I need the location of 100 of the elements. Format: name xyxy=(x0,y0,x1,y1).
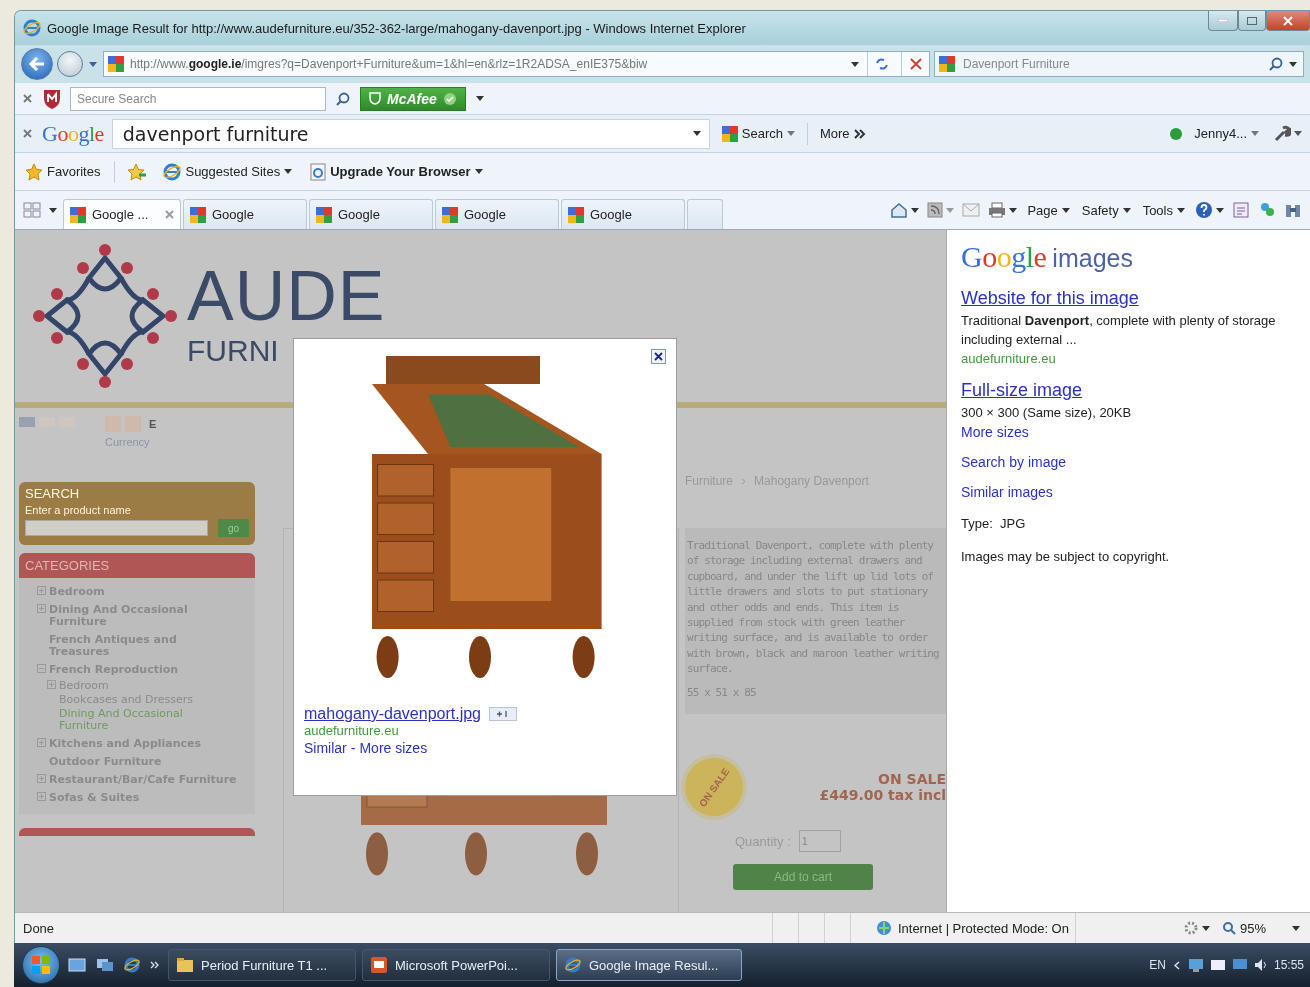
home-button[interactable] xyxy=(888,200,922,220)
popup-link[interactable]: More sizes xyxy=(359,740,428,756)
taskbar-button[interactable]: Period Furniture T1 ... xyxy=(168,949,356,981)
toolbar-search-button[interactable]: Search xyxy=(717,123,799,144)
favorites-bar-item[interactable]: Suggested Sites xyxy=(159,160,297,183)
colored-squares-icon xyxy=(190,206,206,223)
search-icon xyxy=(1269,57,1283,71)
caret-icon xyxy=(1289,61,1297,67)
panel-link[interactable]: Similar images xyxy=(961,484,1296,500)
browser-launch-button[interactable] xyxy=(122,955,142,975)
forward-button[interactable] xyxy=(57,51,83,77)
product-search-field[interactable] xyxy=(25,520,208,536)
tray-expand-button[interactable] xyxy=(1171,958,1182,972)
caret-icon xyxy=(946,207,955,213)
image-type-text: Type: JPG xyxy=(961,515,1027,533)
start-button[interactable] xyxy=(22,946,60,984)
switch-windows-button[interactable] xyxy=(94,956,116,974)
browser-tab[interactable]: Google xyxy=(309,199,433,229)
tab-list-dropdown[interactable] xyxy=(47,205,59,215)
left-arrow-icon xyxy=(29,57,45,71)
account-button[interactable]: Jenny4... xyxy=(1190,124,1263,143)
query-input[interactable]: davenport furniture xyxy=(120,121,687,146)
more-sizes-link[interactable]: More sizes xyxy=(961,424,1296,440)
site-logo-name: AUDE xyxy=(187,261,386,331)
image-size-text: 300 × 300 (Same size), 20KB xyxy=(961,404,1133,422)
minimize-icon xyxy=(1218,19,1228,22)
images-logo-suffix: images xyxy=(1052,244,1133,273)
back-button[interactable] xyxy=(21,48,53,80)
mail-icon xyxy=(1209,959,1226,971)
caret-icon xyxy=(1177,207,1185,213)
star-icon xyxy=(25,162,43,181)
colored-squares-icon xyxy=(939,56,955,72)
check-circle-icon xyxy=(442,91,457,106)
caret-icon xyxy=(1201,925,1210,931)
search-field[interactable]: Davenport Furniture xyxy=(934,51,1304,77)
site-logo-subtitle: FURNI xyxy=(187,333,279,369)
caret-icon xyxy=(1216,207,1224,213)
taskbar-button[interactable]: Microsoft PowerPoi... xyxy=(362,949,550,981)
grid-icon xyxy=(23,202,41,218)
url-text: http://www.google.ie/imgres?q=Davenport+Furniture&um=1&hl=en&rlz=1R2ADSA_enIE375&biw xyxy=(130,57,649,71)
caret-icon xyxy=(1061,207,1070,213)
secure-search-field[interactable]: Secure Search xyxy=(70,86,326,111)
maximize-button[interactable] xyxy=(1238,11,1266,31)
plus-one-icon xyxy=(496,710,510,718)
browser-e-icon xyxy=(565,957,581,973)
command-menu[interactable]: Safety xyxy=(1077,200,1135,220)
shield-icon xyxy=(42,87,62,110)
minimize-button[interactable] xyxy=(1208,11,1238,31)
image-file-link[interactable]: mahogany-davenport.jpg xyxy=(304,705,481,723)
windows-logo-icon xyxy=(32,956,50,974)
popup-link[interactable]: Similar xyxy=(304,740,347,756)
window-title: Google Image Result for http://www.audefurniture.eu/352-362-large/mahogany-davenport.jpg - Windows Internet Explorer xyxy=(47,20,747,36)
search-input[interactable]: Davenport Furniture xyxy=(961,56,1263,72)
command-menu[interactable]: Tools xyxy=(1138,200,1189,220)
search-icon xyxy=(336,91,350,106)
print-button[interactable] xyxy=(986,200,1020,220)
command-menu[interactable]: Page xyxy=(1023,200,1074,220)
colored-squares-icon xyxy=(108,56,124,72)
secure-search-input[interactable]: Secure Search xyxy=(75,90,321,107)
browser-tab[interactable]: Google xyxy=(561,199,685,229)
security-dropdown[interactable] xyxy=(473,94,486,103)
more-button[interactable]: More xyxy=(816,124,870,143)
favorites-button[interactable]: Favorites xyxy=(21,160,105,183)
zoom-button[interactable]: 95% xyxy=(1217,918,1270,938)
browser-tab[interactable]: Google xyxy=(183,199,307,229)
address-field[interactable]: http://www.google.ie/imgres?q=Davenport+Furniture&um=1&hl=en&rlz=1R2ADSA_enIE375&biw xyxy=(103,51,930,77)
favorites-bar-item[interactable]: Upgrade Your Browser xyxy=(306,160,487,183)
chevron-right-icon xyxy=(741,477,747,485)
search-hint: Enter a product name xyxy=(25,504,132,516)
caret-icon xyxy=(89,61,97,67)
help-button[interactable] xyxy=(1193,199,1226,221)
separator-text: - xyxy=(350,740,356,756)
envelope-icon xyxy=(962,203,981,217)
query-field[interactable]: davenport furniture xyxy=(111,118,710,149)
show-desktop-button[interactable] xyxy=(66,956,88,974)
browser-tab[interactable]: Google ... xyxy=(63,199,181,229)
full-size-link[interactable]: Full-size image xyxy=(961,380,1296,401)
browser-tab[interactable]: Google xyxy=(435,199,559,229)
caret-icon xyxy=(787,131,795,136)
windows-stack-icon xyxy=(96,958,114,972)
plus-one-button[interactable] xyxy=(489,707,517,721)
address-dropdown[interactable] xyxy=(849,59,861,69)
caret-icon xyxy=(1251,131,1259,136)
double-chevron-icon xyxy=(150,961,160,969)
zoom-dropdown[interactable] xyxy=(1290,923,1302,933)
result-domain: audefurniture.eu xyxy=(961,351,1057,366)
history-dropdown[interactable] xyxy=(87,59,99,69)
language-indicator[interactable]: EN xyxy=(1149,958,1166,972)
panel-link[interactable]: Search by image xyxy=(961,454,1296,470)
monitor-icon xyxy=(1231,958,1248,972)
taskbar-button[interactable]: Google Image Resul... xyxy=(556,949,742,981)
wrench-icon xyxy=(1273,124,1291,143)
caret-icon xyxy=(851,61,859,67)
feeds-button[interactable] xyxy=(925,200,957,220)
close-window-button[interactable] xyxy=(1266,11,1310,31)
result-snippet: Traditional Davenport, complete with plenty of storage including external ... xyxy=(961,312,1277,349)
caret-icon xyxy=(1294,131,1302,136)
website-link[interactable]: Website for this image xyxy=(961,288,1296,309)
maximize-icon xyxy=(1247,16,1257,25)
slides-icon xyxy=(371,957,387,973)
